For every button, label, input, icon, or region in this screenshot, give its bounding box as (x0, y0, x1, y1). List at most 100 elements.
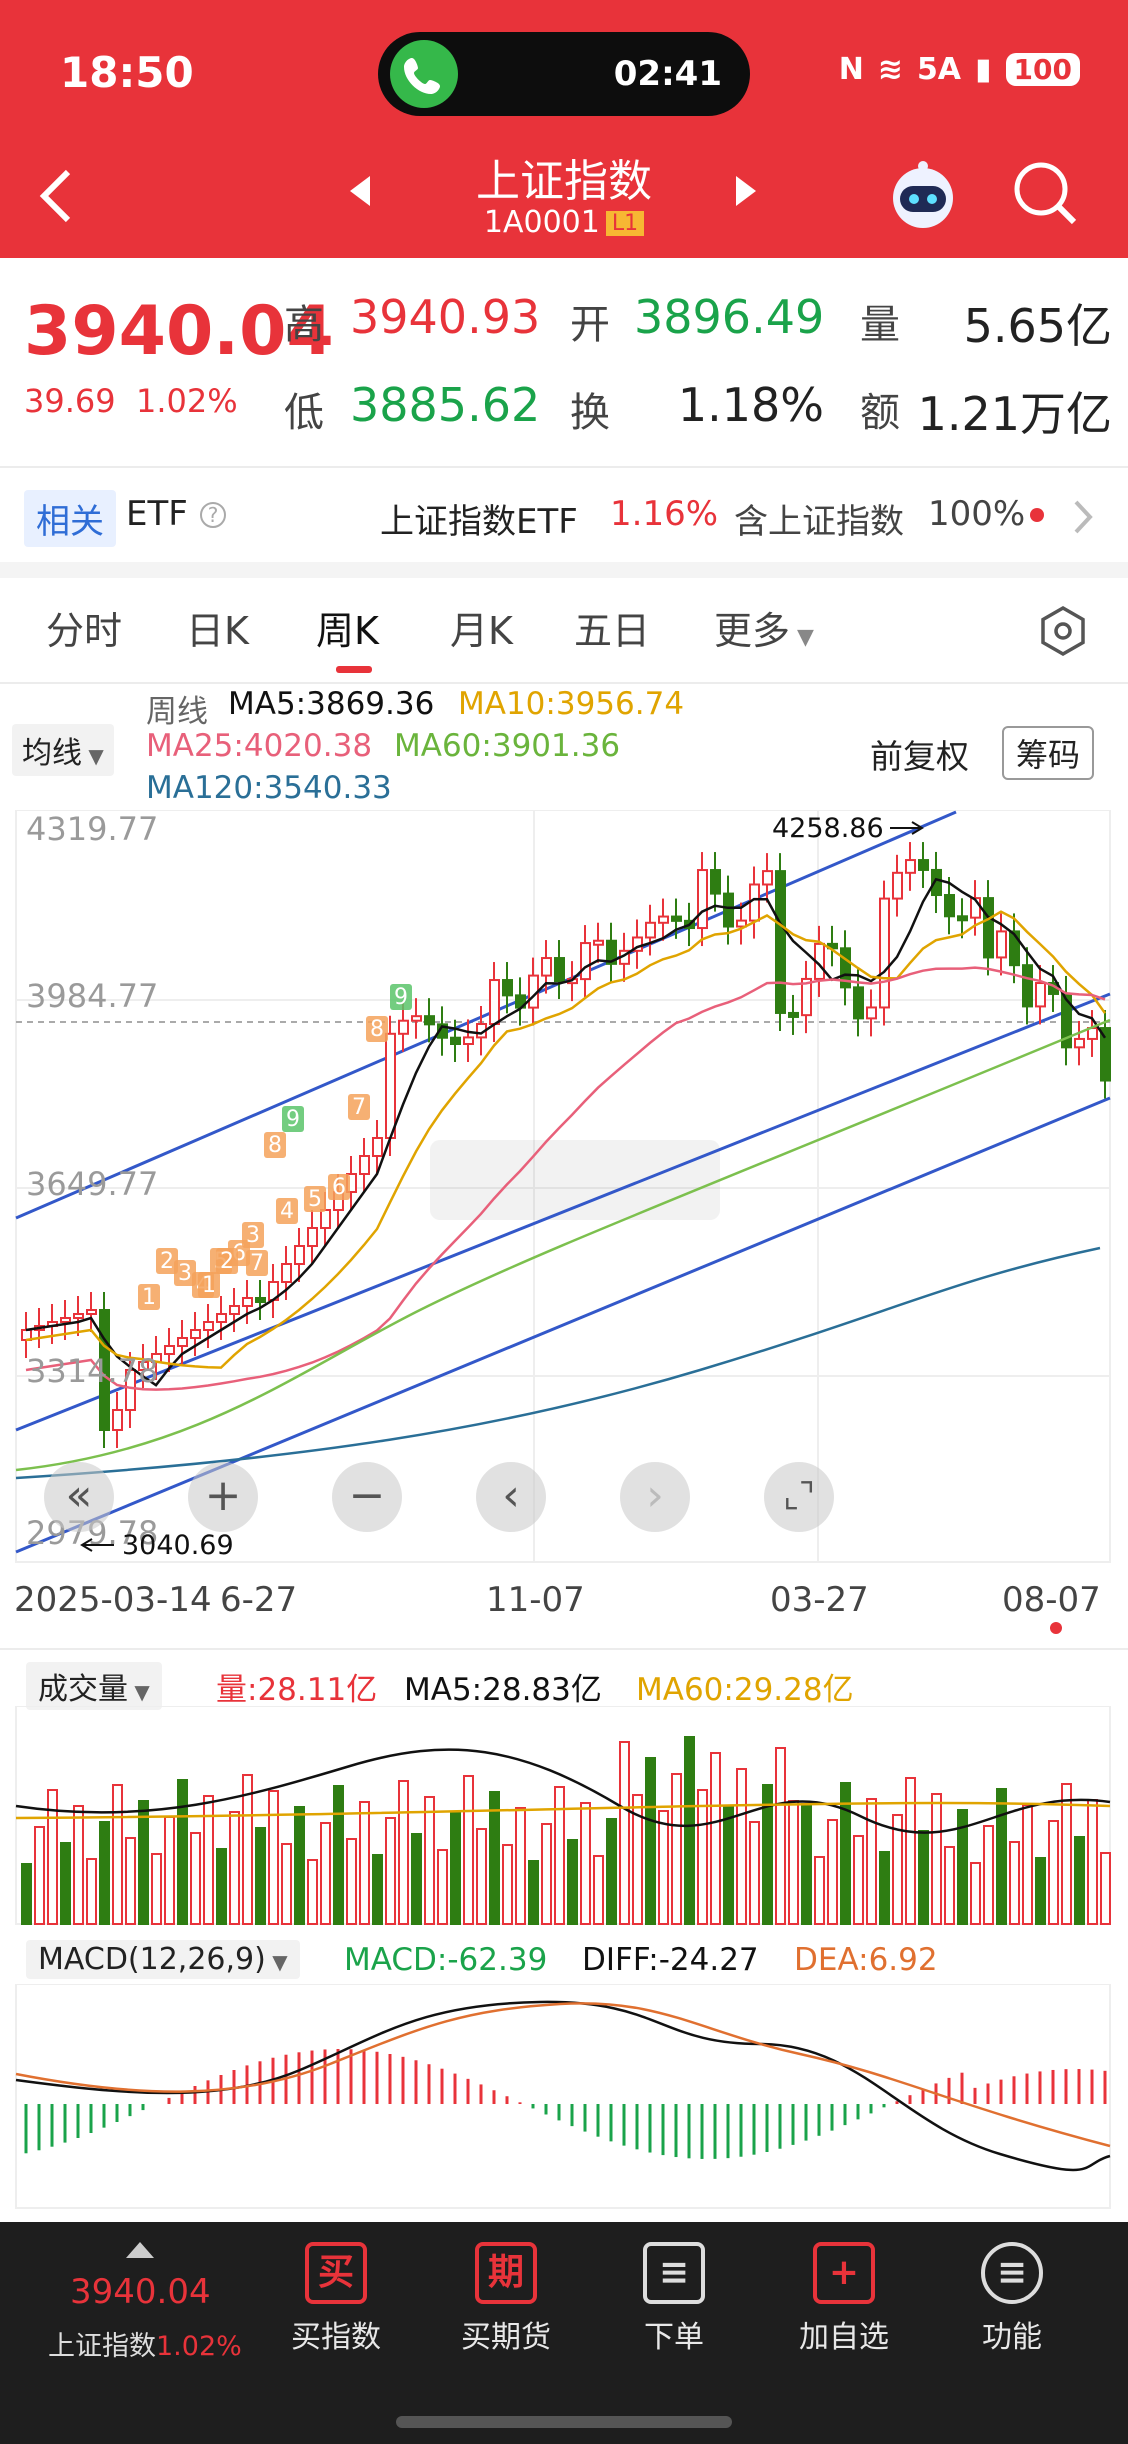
candle-body (229, 1305, 240, 1315)
scroll-left-icon[interactable]: ‹ (476, 1462, 546, 1532)
change-pct: 1.02% (135, 382, 238, 420)
td-count: 7 (250, 1251, 264, 1276)
status-time: 18:50 (60, 48, 194, 97)
volume-bar (801, 1803, 812, 1925)
change-value: 39.69 (24, 382, 116, 420)
wifi-icon: ≋ (877, 52, 903, 87)
battery-icon: 100 (1005, 53, 1080, 86)
x-label-2: 6-27 (220, 1580, 298, 1620)
kline-chart[interactable]: 123456789123456789 4319.77 3984.77 3649.… (0, 810, 1128, 1570)
volume-bar (736, 1768, 747, 1925)
volume-bar (177, 1779, 188, 1925)
volume-bar (502, 1844, 513, 1925)
place-order-button[interactable]: ≡ 下单 (604, 2242, 744, 2356)
chevron-right-icon[interactable] (1072, 498, 1094, 540)
buy-futures-button[interactable]: 期 买期货 (436, 2242, 576, 2356)
zoom-out-icon[interactable]: − (332, 1462, 402, 1532)
volume-bar (866, 1798, 877, 1925)
volume-bar (528, 1860, 539, 1925)
candle-body (255, 1297, 266, 1303)
nfc-icon: N (838, 52, 864, 87)
ma-selector[interactable]: 均线 ▼ (12, 724, 114, 776)
tab-monthly-k[interactable]: 月K (450, 600, 513, 655)
search-icon[interactable] (1012, 160, 1078, 230)
volume-bar (424, 1796, 435, 1925)
contains-pct: 100% (928, 494, 1026, 534)
call-pill[interactable]: 02:41 (378, 32, 750, 116)
related-tag[interactable]: 相关 (24, 490, 116, 547)
volume-bar (1074, 1836, 1085, 1925)
volume-bar (905, 1777, 916, 1925)
scroll-right-icon[interactable]: › (620, 1462, 690, 1532)
candle-body (996, 930, 1007, 959)
candle-body (671, 915, 682, 922)
volume-bar (151, 1853, 162, 1925)
adjust-mode[interactable]: 前复权 (870, 730, 969, 778)
volume-bar (814, 1856, 825, 1925)
volume-bar (606, 1818, 617, 1925)
volume-bar (320, 1822, 331, 1925)
volume-chart (15, 1706, 1111, 1925)
volume-bar (463, 1775, 474, 1925)
volume-bar (346, 1838, 357, 1925)
next-stock-icon[interactable] (734, 176, 756, 210)
etf-name[interactable]: 上证指数ETF (380, 494, 578, 543)
tab-five-day[interactable]: 五日 (574, 600, 650, 655)
volume-bar (164, 1816, 175, 1925)
volume-selector[interactable]: 成交量 ▼ (26, 1662, 162, 1710)
divider (0, 466, 1128, 468)
ma5-value: MA5:3869.36 (228, 686, 435, 722)
settings-hexagon-icon[interactable] (1036, 604, 1090, 662)
low-value: 3885.62 (350, 378, 541, 432)
volume-bar (60, 1842, 71, 1925)
tab-intraday[interactable]: 分时 (46, 600, 122, 655)
volume-bar (749, 1821, 760, 1925)
tab-more[interactable]: 更多 ▼ (714, 600, 814, 655)
y-label-top: 4319.77 (26, 810, 158, 848)
ma-selector-label: 均线 (22, 736, 82, 771)
td-count: 8 (268, 1133, 282, 1158)
period-label: 周线 (146, 694, 208, 730)
td-count: 6 (332, 1175, 346, 1200)
macd-selector[interactable]: MACD(12,26,9) ▼ (26, 1940, 300, 1979)
volume-bar (216, 1848, 227, 1925)
alert-dot (1030, 508, 1044, 522)
volume-bar (86, 1858, 97, 1925)
tab-daily-k[interactable]: 日K (186, 600, 249, 655)
td-count: 2 (160, 1249, 174, 1274)
candle-body (541, 957, 552, 977)
add-icon: + (813, 2242, 875, 2304)
td-count: 3 (246, 1223, 260, 1248)
help-icon[interactable]: ? (200, 502, 226, 528)
chips-button[interactable]: 筹码 (1002, 726, 1095, 780)
buy-index-button[interactable]: 买 买指数 (266, 2242, 406, 2356)
signal-icon: ▮ (975, 52, 992, 87)
volume-bar (1087, 1799, 1098, 1925)
volume-bar (99, 1821, 110, 1925)
zoom-in-icon[interactable]: + (188, 1462, 258, 1532)
x-label-5: 08-07 (1002, 1580, 1101, 1620)
functions-button[interactable]: ≡ 功能 (942, 2242, 1082, 2356)
zoom-out-fast-icon[interactable]: « (44, 1462, 114, 1532)
volume-bar (541, 1823, 552, 1925)
home-indicator[interactable] (396, 2416, 732, 2428)
tab-weekly-k[interactable]: 周K (316, 600, 379, 655)
volume-bar (710, 1752, 721, 1925)
candle-body (489, 979, 500, 1026)
add-watchlist-button[interactable]: + 加自选 (774, 2242, 914, 2356)
latest-dot (1050, 1622, 1062, 1634)
caret-up-icon (126, 2242, 154, 2262)
candle-body (905, 859, 916, 874)
td-count: 3 (178, 1261, 192, 1286)
candle-body (645, 921, 656, 939)
volume-bar (1035, 1857, 1046, 1925)
robot-assistant-icon[interactable] (886, 158, 960, 236)
candle-body (983, 897, 994, 959)
menu-icon: ≡ (981, 2242, 1043, 2304)
fullscreen-icon[interactable]: ⌞⌝ (764, 1462, 834, 1532)
nav-index-name[interactable]: 上证指数1.02% (48, 2324, 242, 2363)
phone-icon[interactable] (390, 40, 458, 108)
ma10-value: MA10:3956.74 (458, 686, 685, 722)
volume-ma60: MA60:29.28亿 (636, 1672, 854, 1708)
candle-body (866, 1006, 877, 1020)
